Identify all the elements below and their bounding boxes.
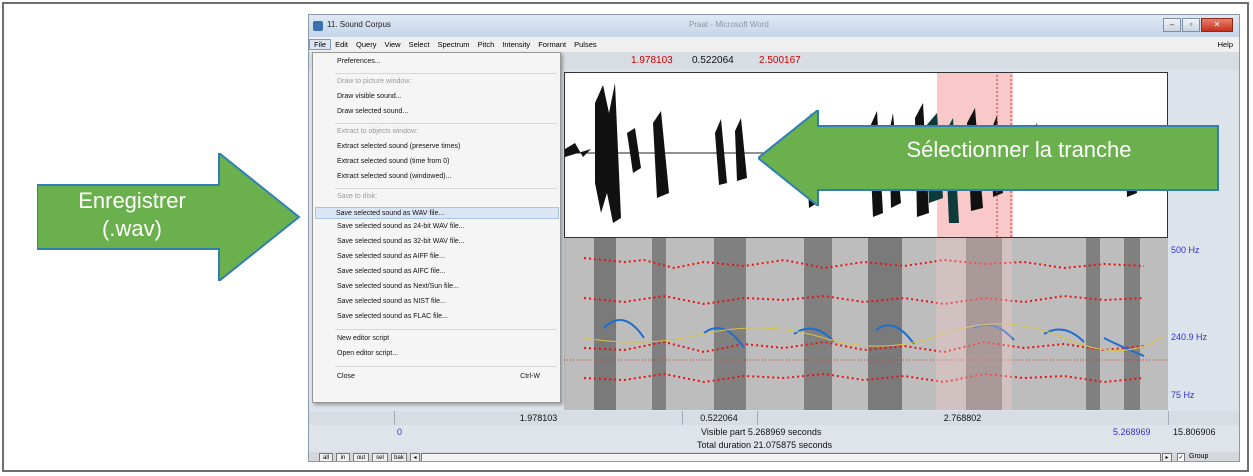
menu-help[interactable]: Help	[1218, 40, 1239, 49]
group-label: Group	[1189, 453, 1209, 460]
menu-item-open-editor-script[interactable]: Open editor script...	[337, 350, 398, 357]
menu-item-draw-selected[interactable]: Draw selected sound...	[337, 108, 408, 115]
menu-item-save-aiff[interactable]: Save selected sound as AIFF file...	[337, 253, 445, 260]
close-shortcut: Ctrl-W	[520, 373, 540, 380]
menu-item-save-24bit-wav[interactable]: Save selected sound as 24-bit WAV file..…	[337, 223, 465, 230]
zoom-sel-button[interactable]: sel	[372, 453, 388, 461]
time-selection-end[interactable]: 2.500167	[759, 55, 801, 66]
title-bar: 11. Sound Corpus Praat - Microsoft Word …	[309, 15, 1239, 37]
menu-item-save-next-sun[interactable]: Save selected sound as Next/Sun file...	[337, 283, 459, 290]
menu-item-extract-windowed[interactable]: Extract selected sound (windowed)...	[337, 173, 451, 180]
freq-label-mid: 240.9 Hz	[1171, 332, 1208, 342]
menu-item-new-editor-script[interactable]: New editor script	[337, 335, 389, 342]
zoom-all-button[interactable]: all	[319, 453, 333, 461]
visible-part-row: 0 Visible part 5.268969 seconds 5.268969…	[309, 425, 1239, 439]
menu-separator	[335, 123, 557, 124]
background-title: Praat - Microsoft Word	[689, 20, 769, 29]
annotation-save-line2: (.wav)	[102, 216, 162, 241]
menu-item-extract-preserve[interactable]: Extract selected sound (preserve times)	[337, 143, 460, 150]
segment-after[interactable]: 2.768802	[757, 411, 1169, 425]
menu-separator	[335, 329, 557, 330]
total-duration-label[interactable]: Total duration 21.075875 seconds	[697, 440, 832, 450]
menu-file[interactable]: File	[309, 39, 332, 50]
zoom-back-button[interactable]: bak	[391, 453, 407, 461]
minimize-button[interactable]: –	[1163, 18, 1181, 32]
time-before-selection[interactable]: 1.978103	[631, 55, 673, 66]
total-duration-row: Total duration 21.075875 seconds	[309, 439, 1239, 451]
menu-item-draw-visible[interactable]: Draw visible sound...	[337, 93, 402, 100]
menu-spectrum[interactable]: Spectrum	[433, 40, 473, 49]
menu-item-close[interactable]: Close	[337, 373, 355, 380]
window-title: 11. Sound Corpus	[327, 20, 391, 29]
menu-item-save-32bit-wav[interactable]: Save selected sound as 32-bit WAV file..…	[337, 238, 465, 245]
menu-pulses[interactable]: Pulses	[570, 40, 601, 49]
zoom-out-button[interactable]: out	[353, 453, 369, 461]
freq-label-bottom: 75 Hz	[1171, 390, 1195, 400]
segment-before[interactable]: 1.978103	[394, 411, 683, 425]
freq-label-top: 500 Hz	[1171, 245, 1200, 255]
spectrogram-selection	[936, 238, 1012, 410]
save-annotation-arrow: Enregistrer (.wav)	[36, 150, 302, 286]
menu-separator	[335, 366, 557, 367]
menu-section-extract: Extract to objects window:	[337, 128, 418, 135]
visible-part-label[interactable]: Visible part 5.268969 seconds	[701, 427, 821, 437]
window-icon	[313, 21, 323, 31]
menu-section-save: Save to disk:	[337, 193, 378, 200]
annotation-select-text: Sélectionner la tranche	[906, 137, 1132, 162]
menu-view[interactable]: View	[380, 40, 404, 49]
menu-pitch[interactable]: Pitch	[474, 40, 499, 49]
menu-section-draw: Draw to picture window:	[337, 78, 412, 85]
visible-end[interactable]: 5.268969	[1113, 427, 1151, 437]
file-menu-dropdown: Preferences... Draw to picture window: D…	[312, 52, 561, 403]
visible-start[interactable]: 0	[397, 427, 402, 437]
menu-item-extract-time-zero[interactable]: Extract selected sound (time from 0)	[337, 158, 449, 165]
maximize-button[interactable]: ▫	[1182, 18, 1200, 32]
zoom-in-button[interactable]: in	[336, 453, 350, 461]
menu-intensity[interactable]: Intensity	[498, 40, 534, 49]
horizontal-scrollbar[interactable]	[421, 453, 1161, 461]
menu-select[interactable]: Select	[405, 40, 434, 49]
menu-separator	[335, 188, 557, 189]
spectrogram	[564, 238, 1168, 410]
time-segment-row: 1.978103 0.522064 2.768802	[309, 411, 1239, 425]
group-checkbox[interactable]: ✓	[1177, 453, 1185, 461]
menu-separator	[335, 73, 557, 74]
select-annotation-arrow: Sélectionner la tranche	[756, 107, 1223, 211]
spectrogram-panel[interactable]	[564, 238, 1168, 410]
menu-bar: File Edit Query View Select Spectrum Pit…	[309, 37, 1239, 53]
annotation-save-line1: Enregistrer	[78, 188, 186, 213]
menu-edit[interactable]: Edit	[331, 40, 352, 49]
menu-item-save-nist[interactable]: Save selected sound as NIST file...	[337, 298, 446, 305]
menu-item-save-aifc[interactable]: Save selected sound as AIFC file...	[337, 268, 446, 275]
segment-selection[interactable]: 0.522064	[681, 411, 758, 425]
zoom-controls-bar: all in out sel bak ◂ ▸ ✓ Group	[309, 452, 1239, 461]
scroll-left-button[interactable]: ◂	[410, 453, 420, 461]
menu-item-preferences[interactable]: Preferences...	[337, 58, 381, 65]
scroll-right-button[interactable]: ▸	[1162, 453, 1172, 461]
close-window-button[interactable]: ✕	[1201, 18, 1233, 32]
praat-sound-editor-window: 11. Sound Corpus Praat - Microsoft Word …	[308, 14, 1240, 462]
after-visible[interactable]: 15.806906	[1173, 427, 1216, 437]
menu-item-save-wav-label: Save selected sound as WAV file...	[336, 210, 445, 217]
menu-item-save-flac[interactable]: Save selected sound as FLAC file...	[337, 313, 448, 320]
time-selection[interactable]: 0.522064	[692, 55, 734, 66]
menu-formant[interactable]: Formant	[534, 40, 570, 49]
menu-item-save-wav[interactable]: Save selected sound as WAV file...	[315, 207, 559, 219]
menu-query[interactable]: Query	[352, 40, 380, 49]
